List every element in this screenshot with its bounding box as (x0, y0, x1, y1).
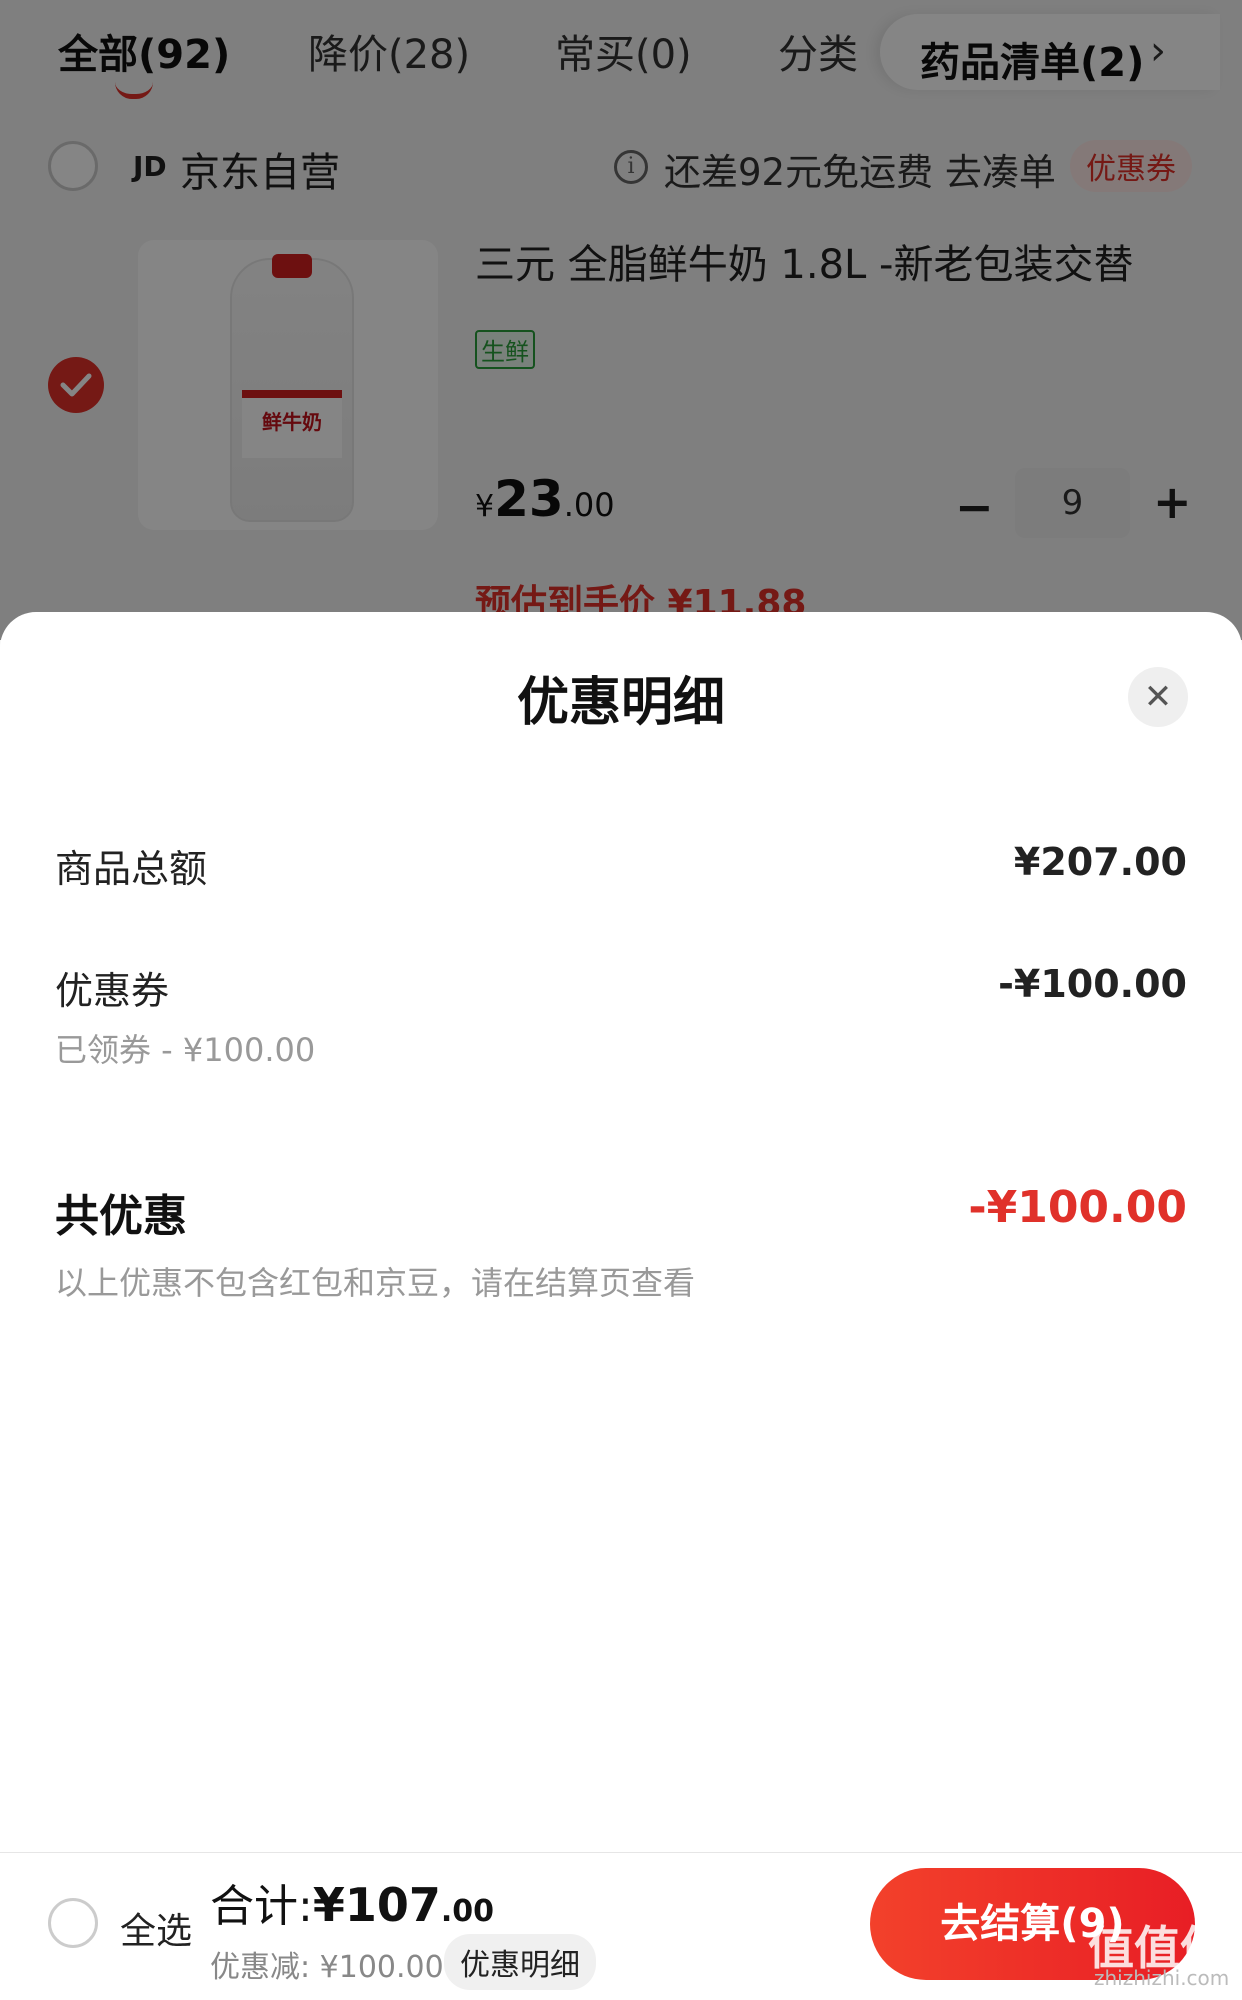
goods-total-value: ¥207.00 (1013, 840, 1187, 884)
sheet-title: 优惠明细 (516, 673, 725, 733)
close-icon: ✕ (1143, 677, 1173, 717)
discount-detail-button[interactable]: 优惠明细 (444, 1934, 596, 1990)
modal-overlay[interactable] (0, 0, 1242, 640)
sum-label: 合计: (210, 1881, 313, 1932)
discount-note: 以上优惠不包含红包和京豆，请在结算页查看 (55, 1264, 696, 1302)
select-all-label[interactable]: 全选 (120, 1902, 192, 1954)
sum-integer: ¥107 (312, 1878, 441, 1932)
total-discount-value: -¥100.00 (968, 1182, 1187, 1233)
goods-total-label: 商品总额 (55, 847, 208, 891)
watermark-url: zhizhizhi.com (1094, 1966, 1230, 1990)
cart-sum: 合计:¥107.00 (210, 1870, 494, 1934)
close-button[interactable]: ✕ (1128, 667, 1188, 727)
select-all-radio[interactable] (48, 1898, 98, 1948)
coupon-sub: 已领券 - ¥100.00 (55, 1031, 316, 1069)
discount-amount: 优惠减: ¥100.00 (210, 1950, 444, 1985)
coupon-value: -¥100.00 (998, 962, 1187, 1006)
total-discount-label: 共优惠 (55, 1191, 187, 1242)
coupon-label: 优惠券 (55, 969, 170, 1013)
sum-decimal: .00 (440, 1894, 495, 1929)
